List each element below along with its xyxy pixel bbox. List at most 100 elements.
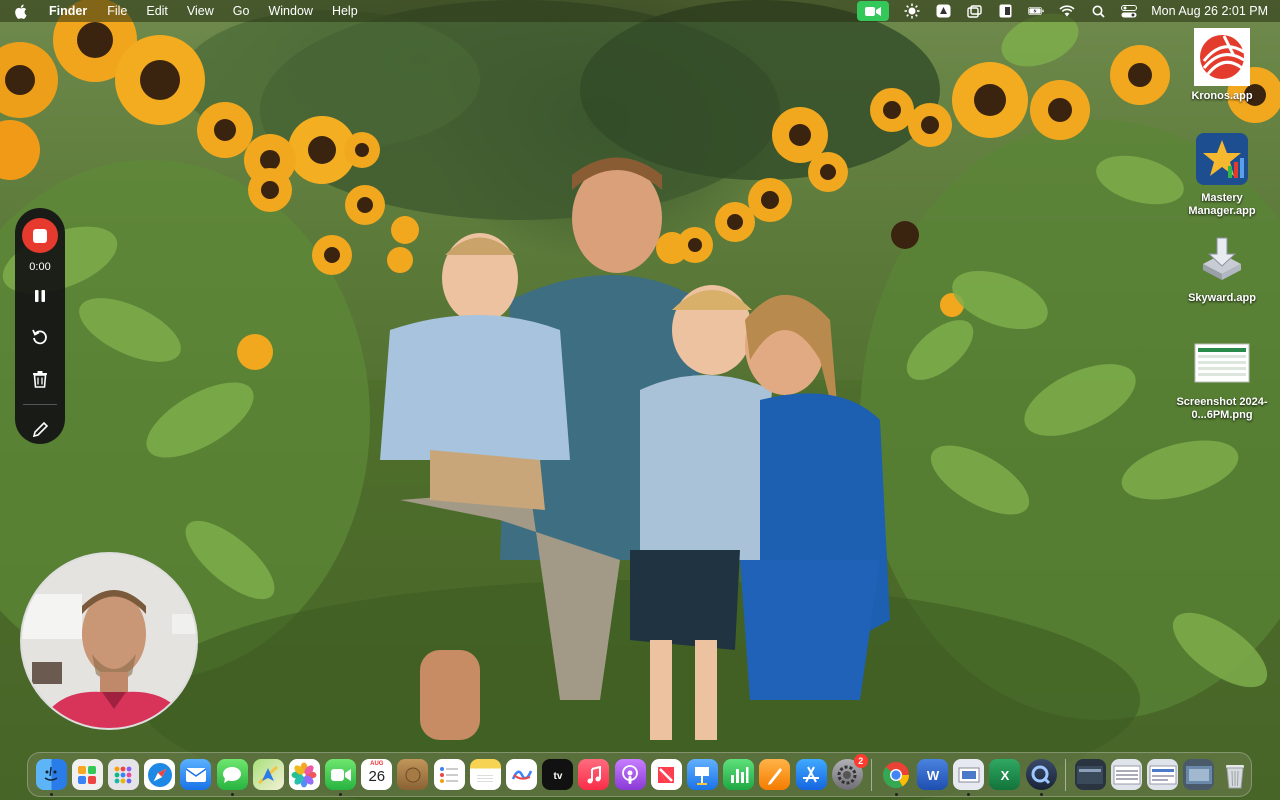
menu-edit[interactable]: Edit [146, 4, 168, 18]
dock-excel[interactable]: X [989, 759, 1021, 790]
menu-view[interactable]: View [187, 4, 214, 18]
dock-notes[interactable] [469, 759, 501, 790]
dock-recent-window-1[interactable] [1074, 759, 1106, 790]
stop-recording-button[interactable] [22, 218, 58, 254]
pause-icon [35, 290, 45, 303]
menu-bar: Finder File Edit View Go Window Help Mon… [0, 0, 1280, 22]
dock-maps[interactable] [252, 759, 284, 790]
apps-grid-icon [115, 766, 132, 783]
dock-bag-app[interactable] [397, 759, 429, 790]
dock-launchpad[interactable] [71, 759, 103, 790]
spotlight-search-icon[interactable] [1090, 3, 1106, 19]
screen-recorder-panel: 0:00 [15, 208, 65, 444]
pages-icon [767, 767, 782, 785]
dock-mail[interactable] [180, 759, 212, 790]
menu-app-name[interactable]: Finder [49, 4, 87, 18]
dock-numbers[interactable] [723, 759, 755, 790]
brightness-icon[interactable] [904, 3, 920, 19]
dock-separator [871, 758, 873, 791]
desktop-icon-skyward[interactable]: Skyward.app [1172, 230, 1272, 305]
app-store-icon [803, 766, 820, 782]
dock-recent-window-4[interactable] [1183, 759, 1215, 790]
restart-icon [32, 330, 47, 345]
control-center-icon[interactable] [1121, 3, 1138, 19]
trash-can-icon [1226, 764, 1245, 788]
wifi-icon[interactable] [1059, 3, 1075, 19]
finder-icon [44, 766, 58, 781]
mail-icon [185, 767, 207, 782]
dock-podcasts[interactable] [614, 759, 646, 790]
recorder-divider [23, 403, 57, 405]
notes-icon [477, 774, 494, 782]
desktop-icon-mastery-manager[interactable]: Mastery Manager.app [1172, 130, 1272, 218]
dock-finder[interactable] [35, 759, 67, 796]
clipboard-icon[interactable] [997, 3, 1013, 19]
apple-menu-icon[interactable] [14, 4, 27, 19]
dock-recent-window-3[interactable] [1147, 759, 1179, 790]
dock-preview[interactable] [953, 759, 985, 796]
window-thumbnail-icon [1149, 765, 1177, 784]
dock: AUG 26 tv 2 W X [27, 752, 1252, 797]
facetime-icon [330, 768, 351, 781]
pause-recording-button[interactable] [25, 281, 55, 310]
desktop-icon-screenshot[interactable]: Screenshot 2024-0...6PM.png [1172, 334, 1272, 422]
music-note-icon [587, 765, 601, 783]
dock-trash[interactable] [1220, 759, 1251, 790]
draw-button[interactable] [25, 415, 55, 444]
kronos-label: Kronos.app [1191, 90, 1253, 102]
settings-update-badge: 2 [853, 754, 868, 768]
dock-system-settings[interactable]: 2 [831, 754, 868, 790]
webcam-person-image [22, 554, 196, 728]
dock-keynote[interactable] [686, 759, 718, 790]
numbers-icon [730, 766, 749, 783]
camera-in-use-icon[interactable] [857, 1, 890, 21]
restart-recording-button[interactable] [25, 323, 55, 352]
quicktime-icon [1031, 765, 1051, 784]
delete-recording-button[interactable] [25, 364, 55, 393]
menu-help[interactable]: Help [332, 4, 358, 18]
calendar-month: AUG [370, 761, 384, 767]
podcasts-icon [622, 764, 638, 784]
kronos-app-icon [1193, 28, 1251, 86]
dock-recent-window-2[interactable] [1111, 759, 1143, 790]
skyward-label: Skyward.app [1188, 292, 1256, 304]
webcam-bubble[interactable] [20, 552, 198, 730]
keynote-icon [695, 766, 710, 785]
drive-icon[interactable] [935, 3, 951, 19]
skyward-app-icon [1193, 230, 1251, 288]
dock-chrome[interactable] [881, 759, 912, 796]
dock-app-store[interactable] [795, 759, 827, 790]
safari-icon [147, 762, 172, 787]
chrome-icon [883, 761, 910, 788]
desktop-icon-kronos[interactable]: Kronos.app [1172, 28, 1272, 103]
dock-pages[interactable] [759, 759, 791, 790]
maps-icon [258, 765, 279, 784]
dock-apps-grid[interactable] [107, 759, 139, 790]
dock-quicktime[interactable] [1025, 759, 1057, 796]
reminders-icon [440, 766, 459, 783]
dock-messages[interactable] [216, 759, 248, 796]
wallpaper-art [0, 0, 1280, 800]
dock-word[interactable]: W [917, 759, 949, 790]
menu-bar-clock[interactable]: Mon Aug 26 2:01 PM [1151, 4, 1268, 18]
word-icon: W [926, 768, 939, 783]
dock-reminders[interactable] [433, 759, 465, 790]
dock-calendar[interactable]: AUG 26 [361, 759, 393, 790]
menu-file[interactable]: File [107, 4, 127, 18]
menu-go[interactable]: Go [233, 4, 250, 18]
battery-icon[interactable] [1028, 3, 1044, 19]
pencil-icon [32, 421, 48, 437]
dock-freeform[interactable] [506, 759, 538, 790]
news-icon [658, 766, 675, 783]
dock-facetime[interactable] [325, 759, 357, 796]
dock-news[interactable] [650, 759, 682, 790]
dock-safari[interactable] [144, 759, 176, 790]
dock-music[interactable] [578, 759, 610, 790]
recording-timer: 0:00 [29, 261, 51, 274]
dock-apple-tv[interactable]: tv [542, 759, 574, 790]
window-thumbnail-icon [1185, 765, 1212, 784]
excel-icon: X [1001, 768, 1010, 783]
menu-window[interactable]: Window [268, 4, 312, 18]
window-switcher-icon[interactable] [966, 3, 982, 19]
dock-photos[interactable] [288, 759, 320, 790]
